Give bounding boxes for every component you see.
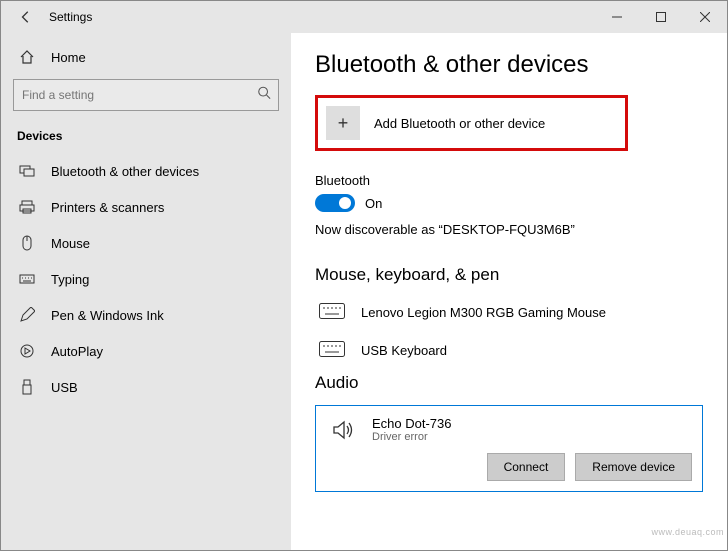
watermark: www.deuaq.com	[651, 527, 724, 537]
discoverable-text: Now discoverable as “DESKTOP-FQU3M6B”	[315, 222, 703, 237]
sidebar-item-mouse[interactable]: Mouse	[1, 225, 291, 261]
sidebar-item-label: USB	[51, 380, 78, 395]
arrow-left-icon	[19, 10, 33, 24]
keyboard-device-icon	[315, 341, 349, 359]
back-button[interactable]	[11, 10, 41, 24]
close-button[interactable]	[683, 1, 727, 33]
remove-device-button[interactable]: Remove device	[575, 453, 692, 481]
home-label: Home	[51, 50, 86, 65]
plus-icon: +	[326, 106, 360, 140]
sidebar-item-label: Mouse	[51, 236, 90, 251]
sidebar-item-printers[interactable]: Printers & scanners	[1, 189, 291, 225]
bluetooth-label: Bluetooth	[315, 173, 703, 188]
usb-icon	[17, 379, 37, 395]
speaker-icon	[326, 418, 360, 442]
page-title: Bluetooth & other devices	[315, 51, 703, 79]
section-mouse-title: Mouse, keyboard, & pen	[315, 265, 703, 285]
search-icon	[257, 86, 271, 105]
sidebar: Home Devices Bluetooth & other devices	[1, 33, 291, 550]
audio-device-status: Driver error	[372, 431, 452, 443]
sidebar-item-label: AutoPlay	[51, 344, 103, 359]
sidebar-item-label: Bluetooth & other devices	[51, 164, 199, 179]
sidebar-section-heading: Devices	[1, 125, 291, 153]
audio-device-name: Echo Dot-736	[372, 416, 452, 431]
close-icon	[700, 12, 710, 22]
sidebar-item-autoplay[interactable]: AutoPlay	[1, 333, 291, 369]
sidebar-item-bluetooth[interactable]: Bluetooth & other devices	[1, 153, 291, 189]
bluetooth-devices-icon	[17, 163, 37, 179]
printer-icon	[17, 199, 37, 215]
maximize-icon	[656, 12, 666, 22]
add-device-label: Add Bluetooth or other device	[374, 116, 545, 131]
maximize-button[interactable]	[639, 1, 683, 33]
home-nav[interactable]: Home	[1, 41, 291, 73]
add-device-button[interactable]: + Add Bluetooth or other device	[315, 95, 628, 151]
device-row-keyboard[interactable]: USB Keyboard	[315, 335, 703, 373]
sidebar-item-usb[interactable]: USB	[1, 369, 291, 405]
sidebar-item-label: Printers & scanners	[51, 200, 164, 215]
window-title: Settings	[41, 10, 92, 24]
keyboard-device-icon	[315, 303, 349, 321]
audio-device-card[interactable]: Echo Dot-736 Driver error Connect Remove…	[315, 405, 703, 492]
search-input[interactable]	[13, 79, 279, 111]
sidebar-item-label: Pen & Windows Ink	[51, 308, 164, 323]
window-controls	[595, 1, 727, 33]
device-name: Lenovo Legion M300 RGB Gaming Mouse	[361, 305, 606, 320]
connect-button[interactable]: Connect	[487, 453, 566, 481]
sidebar-item-pen[interactable]: Pen & Windows Ink	[1, 297, 291, 333]
search-wrap	[13, 79, 279, 111]
home-icon	[17, 49, 37, 65]
minimize-button[interactable]	[595, 1, 639, 33]
toggle-knob	[339, 197, 351, 209]
autoplay-icon	[17, 343, 37, 359]
sidebar-item-label: Typing	[51, 272, 89, 287]
pen-icon	[17, 307, 37, 323]
content-pane: Bluetooth & other devices + Add Bluetoot…	[291, 33, 727, 550]
section-audio-title: Audio	[315, 373, 703, 393]
bluetooth-state: On	[365, 196, 382, 211]
keyboard-icon	[17, 271, 37, 287]
mouse-icon	[17, 235, 37, 251]
device-name: USB Keyboard	[361, 343, 447, 358]
sidebar-item-typing[interactable]: Typing	[1, 261, 291, 297]
bluetooth-toggle[interactable]	[315, 194, 355, 212]
minimize-icon	[612, 12, 622, 22]
titlebar: Settings	[1, 1, 727, 33]
device-row-mouse[interactable]: Lenovo Legion M300 RGB Gaming Mouse	[315, 297, 703, 335]
